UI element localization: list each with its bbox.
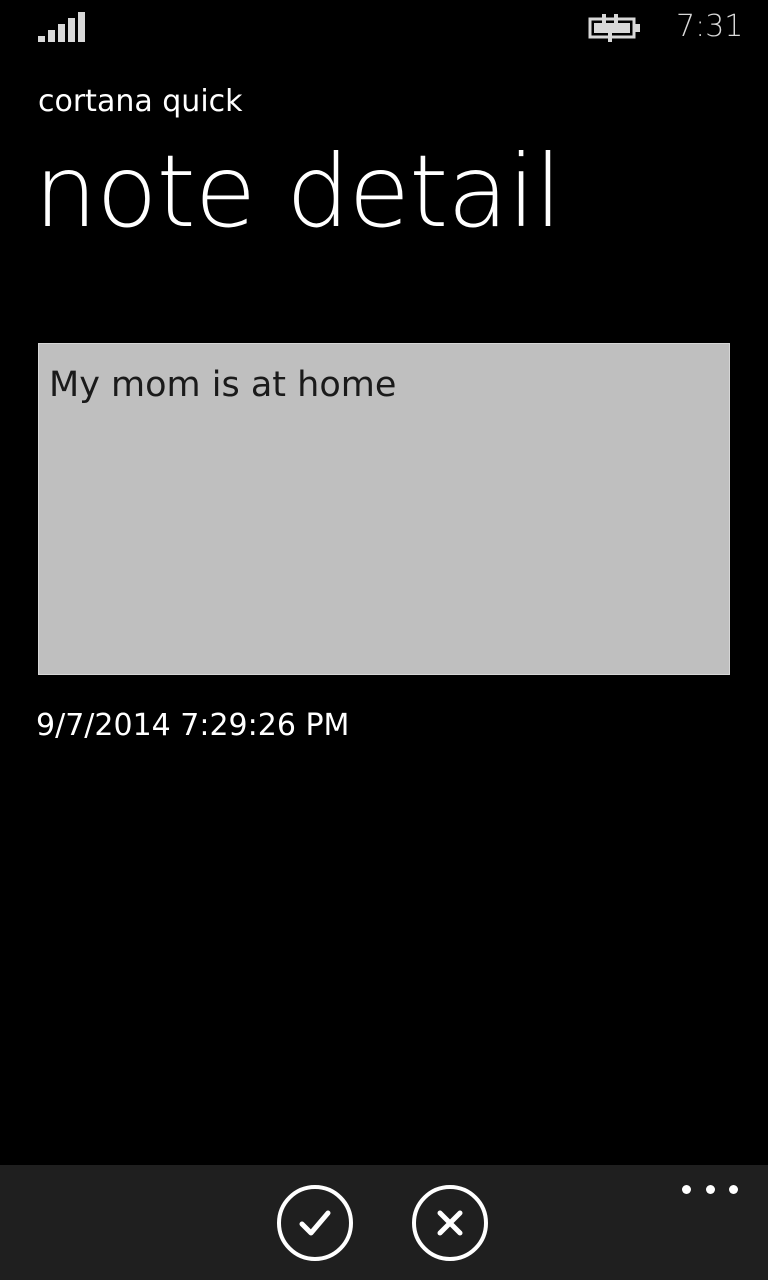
- page-title: note detail: [34, 133, 562, 250]
- note-date: 9/7/2014 7:29:26 PM: [36, 708, 350, 743]
- status-bar: 7:31: [0, 0, 768, 56]
- app-bar: [0, 1165, 768, 1280]
- ellipsis-icon: [682, 1184, 691, 1194]
- app-title: cortana quick: [38, 84, 243, 119]
- ellipsis-icon: [729, 1184, 738, 1194]
- status-time: 7:31: [676, 9, 744, 44]
- signal-strength-icon: [38, 12, 85, 42]
- note-text-box[interactable]: My mom is at home: [38, 343, 730, 675]
- cancel-button[interactable]: [412, 1185, 488, 1261]
- ellipsis-icon: [705, 1184, 715, 1194]
- battery-charging-icon: [588, 14, 640, 42]
- save-button[interactable]: [277, 1185, 353, 1261]
- close-icon: [437, 1210, 463, 1236]
- more-options-button[interactable]: [682, 1177, 738, 1201]
- note-text[interactable]: My mom is at home: [49, 362, 719, 408]
- checkmark-icon: [299, 1210, 331, 1236]
